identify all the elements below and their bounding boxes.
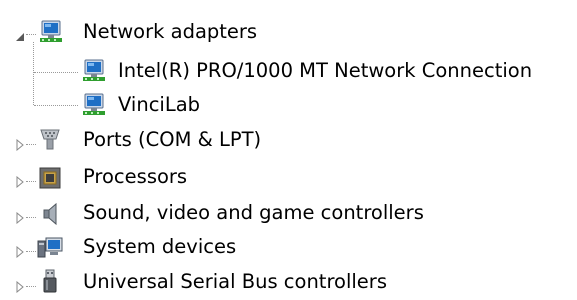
tree-item-label: Network adapters <box>83 20 258 43</box>
tree-line <box>26 34 36 35</box>
expand-triangle-icon[interactable] <box>14 176 26 188</box>
network-adapter-icon <box>83 93 105 115</box>
usb-plug-icon <box>43 269 57 293</box>
tree-item-label: Processors <box>83 165 188 188</box>
tree-item-network-adapters[interactable]: Network adapters <box>0 16 290 50</box>
tree-item-label: System devices <box>83 235 237 258</box>
expand-triangle-icon[interactable] <box>14 212 26 224</box>
tree-item-usb-controllers[interactable]: Universal Serial Bus controllers <box>0 266 430 300</box>
network-adapter-icon <box>83 59 105 81</box>
tree-item-label: Ports (COM & LPT) <box>83 128 262 151</box>
tree-item-vincilab[interactable]: VinciLab <box>0 89 240 123</box>
network-adapter-icon <box>40 20 62 42</box>
tree-item-system-devices[interactable]: System devices <box>0 231 260 265</box>
tree-line <box>26 286 36 287</box>
tree-item-label: Sound, video and game controllers <box>83 201 424 224</box>
speaker-icon <box>43 202 57 226</box>
tree-item-intel-adapter[interactable]: Intel(R) PRO/1000 MT Network Connection <box>0 55 577 89</box>
tree-item-sound-video-game[interactable]: Sound, video and game controllers <box>0 197 460 231</box>
tree-line <box>26 181 36 182</box>
system-devices-icon <box>37 237 63 258</box>
collapse-triangle-icon[interactable] <box>14 31 26 43</box>
expand-triangle-icon[interactable] <box>14 246 26 258</box>
tree-item-label: Universal Serial Bus controllers <box>83 270 387 293</box>
port-connector-icon <box>40 129 60 150</box>
device-tree: Network adapters Intel(R) PRO/1000 MT Ne… <box>0 0 577 300</box>
tree-line <box>26 144 36 145</box>
tree-item-ports[interactable]: Ports (COM & LPT) <box>0 124 300 158</box>
tree-line <box>26 217 36 218</box>
expand-triangle-icon[interactable] <box>14 281 26 293</box>
tree-line <box>26 251 36 252</box>
processor-chip-icon <box>39 167 61 189</box>
expand-triangle-icon[interactable] <box>14 139 26 151</box>
tree-item-label: VinciLab <box>118 93 201 116</box>
tree-item-processors[interactable]: Processors <box>0 161 220 195</box>
tree-item-label: Intel(R) PRO/1000 MT Network Connection <box>118 59 533 82</box>
